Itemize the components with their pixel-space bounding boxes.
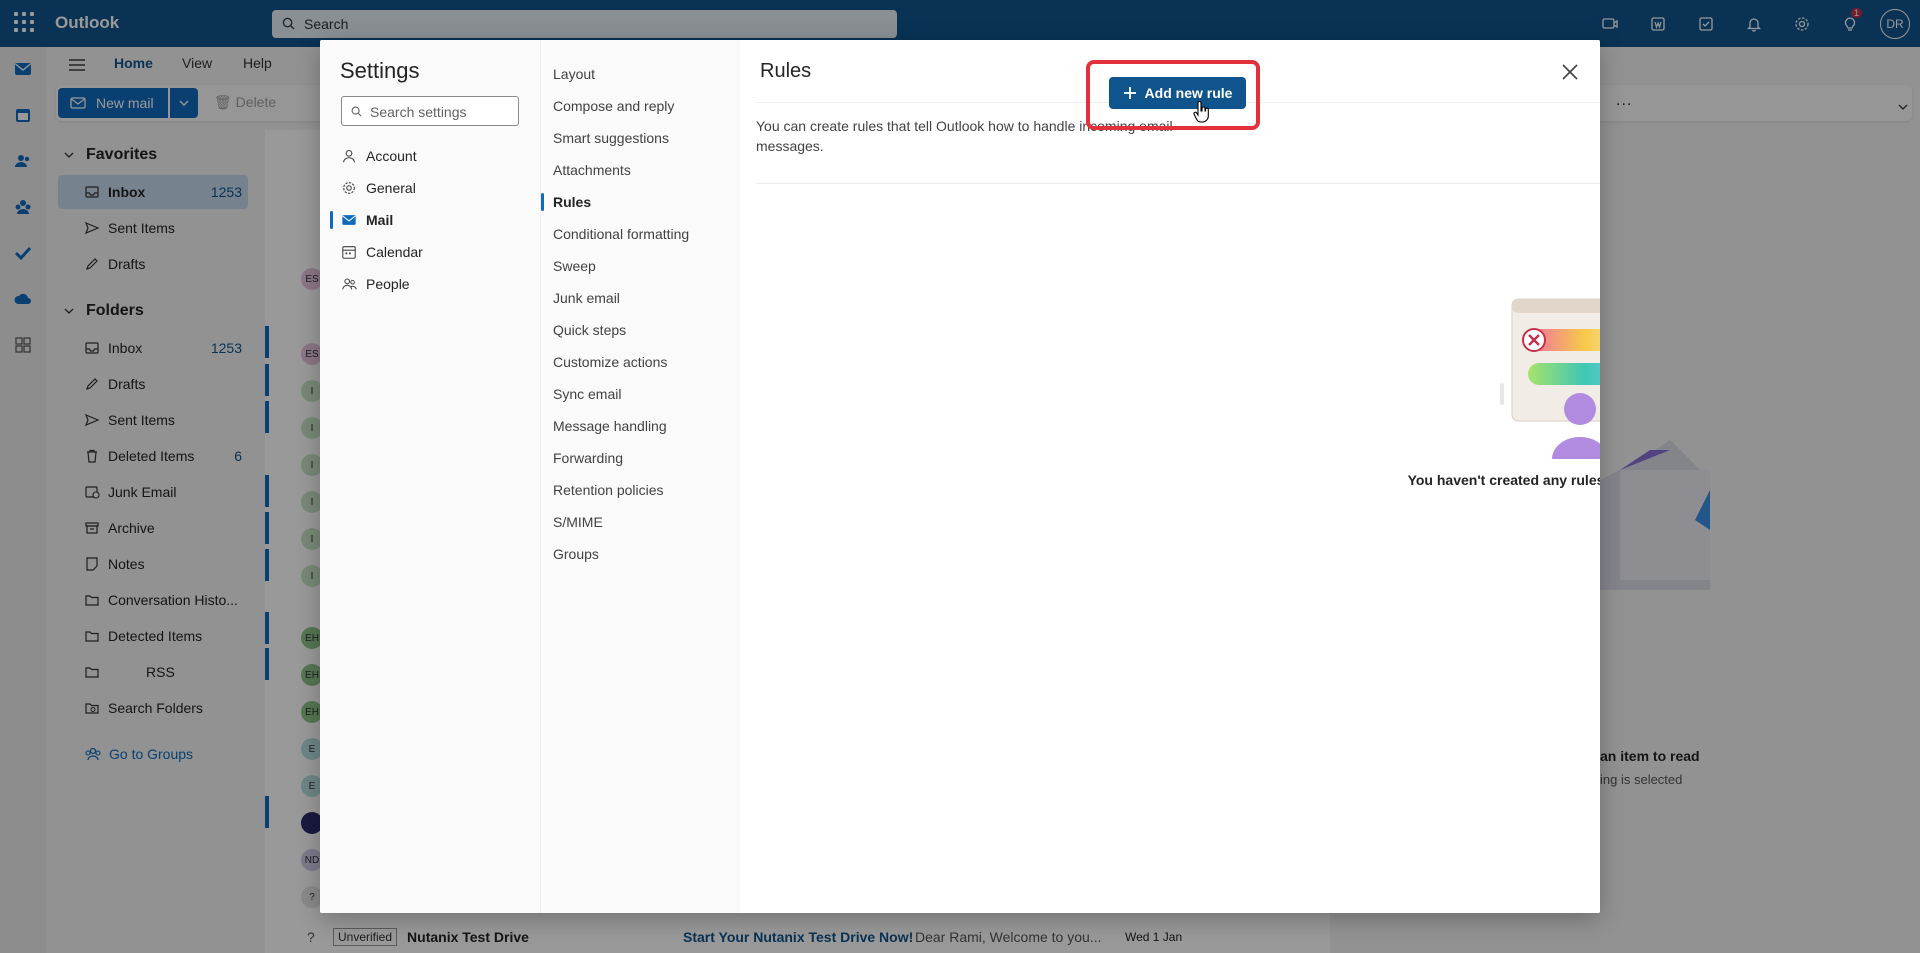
category-calendar[interactable]: Calendar [340, 236, 530, 268]
settings-categories-pane: Settings Search settings Account General… [320, 40, 540, 913]
category-label: Calendar [366, 244, 423, 260]
subcategory-customize-actions[interactable]: Customize actions [553, 346, 667, 378]
subcategory-smart-suggestions[interactable]: Smart suggestions [553, 122, 669, 154]
calendar-icon [340, 243, 358, 261]
settings-search-placeholder: Search settings [370, 104, 467, 120]
rules-empty-illustration [1500, 298, 1600, 459]
settings-subcategories-pane: Layout Compose and reply Smart suggestio… [540, 40, 740, 913]
subcategory-groups[interactable]: Groups [553, 538, 599, 570]
subcategory-conditional-formatting[interactable]: Conditional formatting [553, 218, 689, 250]
person-icon [340, 147, 358, 165]
subcategory-smime[interactable]: S/MIME [553, 506, 603, 538]
plus-icon [1123, 87, 1136, 99]
close-icon [1562, 64, 1578, 80]
hand-cursor-icon [1193, 101, 1209, 123]
category-label: People [366, 276, 410, 292]
active-category-indicator [330, 211, 333, 229]
settings-search-input[interactable]: Search settings [341, 96, 519, 126]
category-label: Account [366, 148, 417, 164]
close-button[interactable] [1556, 58, 1584, 86]
settings-dialog: Settings Search settings Account General… [320, 40, 1600, 913]
rules-title: Rules [760, 60, 812, 82]
subcategory-forwarding[interactable]: Forwarding [553, 442, 623, 474]
people-icon [340, 275, 358, 293]
subcategory-retention-policies[interactable]: Retention policies [553, 474, 664, 506]
subcategory-rules[interactable]: Rules [553, 186, 591, 218]
category-mail[interactable]: Mail [340, 204, 530, 236]
subcategory-quick-steps[interactable]: Quick steps [553, 314, 626, 346]
settings-title: Settings [340, 58, 420, 83]
subcategory-message-handling[interactable]: Message handling [553, 410, 667, 442]
gear-icon [340, 179, 358, 197]
active-subcategory-indicator [541, 193, 544, 211]
category-label: Mail [366, 212, 394, 228]
subcategory-sync-email[interactable]: Sync email [553, 378, 621, 410]
add-new-rule-button[interactable]: Add new rule [1109, 77, 1246, 109]
subcategory-junk-email[interactable]: Junk email [553, 282, 620, 314]
category-label: General [366, 180, 416, 196]
content-divider [756, 183, 1600, 184]
mail-icon [340, 211, 358, 229]
rules-content-pane: Rules You can create rules that tell Out… [740, 40, 1600, 913]
add-new-rule-label: Add new rule [1144, 85, 1233, 101]
category-people[interactable]: People [340, 268, 530, 300]
subcategory-attachments[interactable]: Attachments [553, 154, 631, 186]
subcategory-sweep[interactable]: Sweep [553, 250, 596, 282]
subcategory-compose-and-reply[interactable]: Compose and reply [553, 90, 674, 122]
category-general[interactable]: General [340, 172, 530, 204]
search-icon [351, 106, 362, 117]
subcategory-layout[interactable]: Layout [553, 58, 595, 90]
category-account[interactable]: Account [340, 140, 530, 172]
empty-state-message: You haven't created any rules yet. [1407, 472, 1600, 488]
